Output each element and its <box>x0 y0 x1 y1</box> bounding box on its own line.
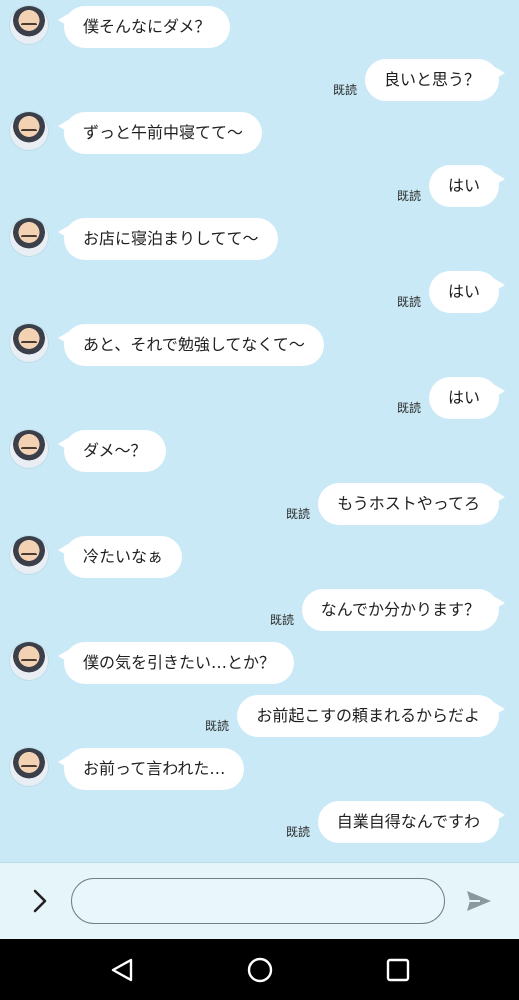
nav-recents-icon <box>386 958 410 982</box>
message-bubble[interactable]: はい <box>428 165 506 207</box>
outgoing-message: もうホストやってろ 既読 <box>0 483 519 525</box>
read-receipt: 既読 <box>270 613 295 627</box>
message-bubble[interactable]: はい <box>428 271 506 313</box>
message-bubble[interactable]: あと、それで勉強してなくて〜 <box>58 324 324 366</box>
send-icon <box>467 891 491 911</box>
message-bubble[interactable]: 僕の気を引きたい…とか？ <box>57 642 295 684</box>
incoming-message: ダメ〜？ <box>0 430 519 472</box>
read-receipt: 既読 <box>397 295 422 309</box>
message-bubble[interactable]: お前って言われた… <box>57 748 245 790</box>
outgoing-message: はい 既読 <box>0 271 519 313</box>
incoming-message: 僕そんなにダメ？ <box>0 6 519 48</box>
nav-back-icon <box>111 958 133 982</box>
message-bubble[interactable]: もうホストやってろ <box>318 483 505 525</box>
avatar[interactable] <box>10 536 48 574</box>
avatar[interactable] <box>10 748 48 786</box>
expand-button[interactable] <box>24 885 56 917</box>
incoming-message: ずっと午前中寝てて〜 <box>0 112 519 154</box>
message-bubble[interactable]: なんでか分かります？ <box>301 589 506 631</box>
message-bubble[interactable]: お前起こすの頼まれるからだよ <box>237 695 505 737</box>
outgoing-message: 自業自得なんですわ 既読 <box>0 801 519 843</box>
incoming-message: あと、それで勉強してなくて〜 <box>0 324 519 366</box>
avatar[interactable] <box>10 6 48 44</box>
read-receipt: 既読 <box>397 189 422 203</box>
avatar[interactable] <box>10 430 48 468</box>
system-nav-bar <box>0 939 519 1000</box>
message-bubble[interactable]: 良いと思う？ <box>364 59 506 101</box>
nav-home-button[interactable] <box>241 951 279 989</box>
incoming-message: お前って言われた… <box>0 748 519 790</box>
input-bar <box>0 862 519 940</box>
nav-back-button[interactable] <box>103 951 141 989</box>
read-receipt: 既読 <box>286 825 311 839</box>
incoming-message: 冷たいなぁ <box>0 536 519 578</box>
send-button[interactable] <box>462 885 496 917</box>
outgoing-message: はい 既読 <box>0 377 519 419</box>
read-receipt: 既読 <box>397 401 422 415</box>
read-receipt: 既読 <box>333 83 358 97</box>
nav-recents-button[interactable] <box>379 951 417 989</box>
avatar[interactable] <box>10 642 48 680</box>
message-bubble[interactable]: ずっと午前中寝てて〜 <box>57 112 263 154</box>
outgoing-message: はい 既読 <box>0 165 519 207</box>
message-bubble[interactable]: 自業自得なんですわ <box>317 801 506 843</box>
avatar[interactable] <box>10 218 48 256</box>
outgoing-message: お前起こすの頼まれるからだよ 既読 <box>0 695 519 737</box>
incoming-message: 僕の気を引きたい…とか？ <box>0 642 519 684</box>
message-bubble[interactable]: はい <box>428 377 506 419</box>
avatar[interactable] <box>10 112 48 150</box>
read-receipt: 既読 <box>205 719 230 733</box>
nav-home-icon <box>247 957 273 983</box>
outgoing-message: 良いと思う？ 既読 <box>0 59 519 101</box>
message-bubble[interactable]: ダメ〜？ <box>58 430 166 472</box>
avatar[interactable] <box>10 324 48 362</box>
outgoing-message: なんでか分かります？ 既読 <box>0 589 519 631</box>
message-bubble[interactable]: 冷たいなぁ <box>57 536 183 578</box>
incoming-message: お店に寝泊まりしてて〜 <box>0 218 519 260</box>
chat-area: 僕そんなにダメ？ 良いと思う？ 既読 ずっと午前中寝てて〜 はい 既読 お店に寝泊まりしてて… <box>0 0 519 862</box>
message-bubble[interactable]: お店に寝泊まりしてて〜 <box>58 218 278 260</box>
chevron-right-icon <box>33 889 47 913</box>
message-bubble[interactable]: 僕そんなにダメ？ <box>58 6 230 48</box>
read-receipt: 既読 <box>286 507 311 521</box>
message-input[interactable] <box>71 878 445 924</box>
